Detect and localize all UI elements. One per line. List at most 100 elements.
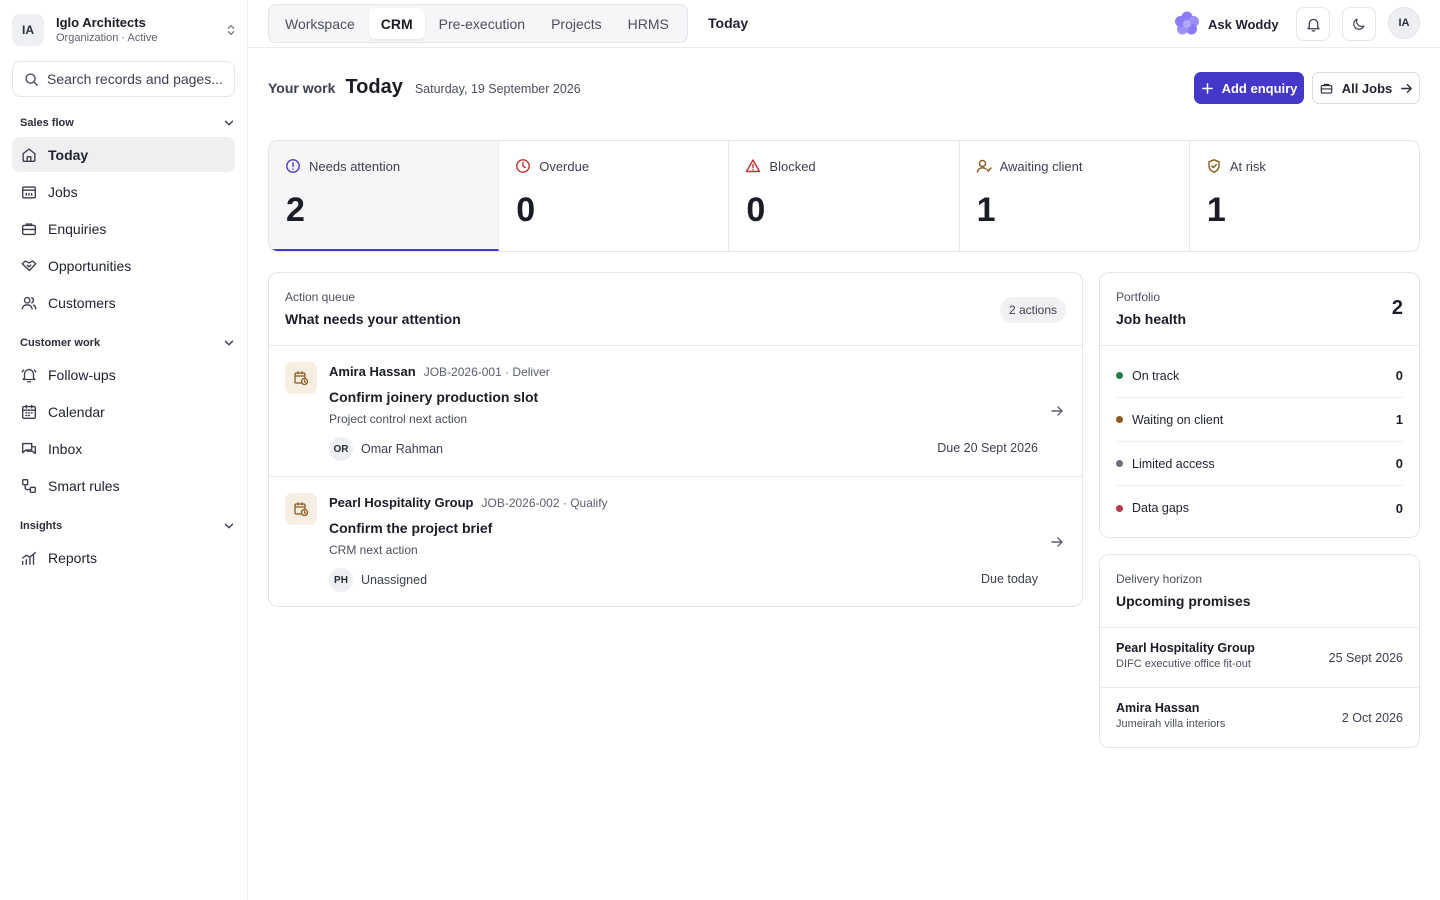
tab-workspace[interactable]: Workspace: [273, 8, 367, 39]
status-dot: [1116, 416, 1123, 423]
sidebar-item-label: Today: [48, 146, 89, 163]
top-bar: Workspace CRM Pre-execution Projects HRM…: [248, 0, 1440, 48]
stat-needs-attention[interactable]: Needs attention 2: [269, 141, 500, 251]
sidebar-item-inbox[interactable]: Inbox: [12, 431, 235, 466]
tab-hrms[interactable]: HRMS: [616, 8, 681, 39]
card-kicker: Portfolio: [1116, 290, 1161, 304]
health-count: 1: [1395, 412, 1403, 427]
search-icon: [25, 72, 38, 86]
health-row-limited-access[interactable]: Limited access 0: [1116, 442, 1403, 486]
user-avatar[interactable]: IA: [1388, 7, 1420, 39]
owner-name: Unassigned: [361, 573, 428, 587]
arrow-right-icon: [1401, 83, 1413, 93]
user-waiting-icon: [976, 159, 992, 173]
stat-value: 2: [286, 191, 305, 229]
health-row-data-gaps[interactable]: Data gaps 0: [1116, 486, 1403, 530]
section-title: Customer work: [20, 337, 101, 349]
chevron-down-icon: [224, 523, 234, 529]
promise-date: 2 Oct 2026: [1341, 711, 1403, 725]
stat-at-risk[interactable]: At risk 1: [1190, 141, 1419, 251]
sidebar-item-jobs[interactable]: Jobs: [12, 174, 235, 209]
client-name[interactable]: Pearl Hospitality Group: [329, 495, 473, 510]
status-summary: Needs attention 2 Overdue 0 Blocked 0 Aw…: [268, 140, 1420, 252]
ask-woddy-button[interactable]: Ask Woddy: [1168, 7, 1287, 41]
inbox-tray-icon: [22, 222, 36, 235]
org-status: Organization · Active: [56, 31, 158, 44]
breadcrumb: Today: [708, 15, 749, 31]
plus-icon: [1201, 82, 1213, 94]
job-health-card: Portfolio Job health 2 On track 0 Waitin…: [1099, 272, 1420, 538]
theme-toggle-button[interactable]: [1342, 7, 1376, 41]
avatar: PH: [329, 568, 353, 592]
page-header: Your work Today Saturday, 19 September 2…: [268, 76, 581, 102]
chevron-down-icon: [224, 340, 234, 346]
card-title: What needs your attention: [285, 311, 461, 327]
stat-blocked[interactable]: Blocked 0: [729, 141, 960, 251]
add-enquiry-button[interactable]: Add enquiry: [1194, 72, 1304, 104]
sidebar-item-follow-ups[interactable]: Follow-ups: [12, 357, 235, 392]
sidebar-item-reports[interactable]: Reports: [12, 540, 235, 575]
section-sales-flow[interactable]: Sales flow: [20, 114, 236, 132]
owner-name: Omar Rahman: [361, 442, 443, 456]
action-subtitle: Project control next action: [329, 412, 468, 426]
arrow-right-icon[interactable]: [1050, 535, 1064, 549]
job-meta: JOB-2026-001 · Deliver: [423, 365, 550, 379]
stat-label: At risk: [1229, 158, 1266, 174]
action-subtitle: CRM next action: [329, 543, 418, 557]
handshake-icon: [21, 259, 37, 271]
sidebar-item-smart-rules[interactable]: Smart rules: [12, 468, 235, 503]
health-label: Data gaps: [1132, 501, 1189, 515]
sidebar-item-today[interactable]: Today: [12, 137, 235, 172]
moon-icon: [1353, 18, 1365, 30]
health-label: Waiting on client: [1132, 412, 1224, 427]
bell-icon: [1306, 18, 1320, 32]
promise-row[interactable]: Pearl Hospitality Group DIFC executive o…: [1100, 628, 1419, 688]
calendar-icon: [22, 404, 36, 419]
health-row-on-track[interactable]: On track 0: [1116, 354, 1403, 398]
owner: PH Unassigned: [329, 568, 427, 592]
org-avatar: IA: [12, 14, 44, 46]
section-insights[interactable]: Insights: [20, 517, 236, 535]
queue-item[interactable]: Amira Hassan JOB-2026-001 · Deliver Conf…: [269, 346, 1082, 477]
tab-pre-execution[interactable]: Pre-execution: [427, 8, 537, 39]
stat-awaiting-client[interactable]: Awaiting client 1: [960, 141, 1190, 251]
all-jobs-button[interactable]: All Jobs: [1312, 72, 1420, 104]
queue-item[interactable]: Pearl Hospitality Group JOB-2026-002 · Q…: [269, 477, 1082, 606]
tab-crm[interactable]: CRM: [368, 8, 425, 39]
jobs-icon: [22, 185, 36, 199]
sidebar-item-customers[interactable]: Customers: [12, 285, 235, 320]
promise-row[interactable]: Amira Hassan Jumeirah villa interiors 2 …: [1100, 688, 1419, 747]
notifications-button[interactable]: [1296, 7, 1330, 41]
card-kicker: Action queue: [285, 290, 356, 304]
search-placeholder: Search records and pages...: [47, 71, 223, 87]
tab-projects[interactable]: Projects: [539, 8, 614, 39]
calendar-clock-icon: [285, 362, 317, 394]
org-switcher[interactable]: IA Iglo Architects Organization · Active: [12, 8, 240, 52]
sidebar-item-label: Smart rules: [48, 477, 120, 494]
arrow-right-icon[interactable]: [1050, 404, 1064, 418]
section-customer-work[interactable]: Customer work: [20, 334, 236, 352]
stat-label: Blocked: [769, 158, 816, 174]
client-name[interactable]: Amira Hassan: [329, 364, 416, 379]
sidebar-item-enquiries[interactable]: Enquiries: [12, 211, 235, 246]
sidebar-item-opportunities[interactable]: Opportunities: [12, 248, 235, 283]
health-count: 0: [1395, 456, 1403, 471]
sidebar-item-label: Follow-ups: [48, 366, 116, 383]
search-input[interactable]: Search records and pages...: [12, 61, 235, 97]
due-date: Due 20 Sept 2026: [937, 441, 1038, 455]
info-circle-icon: [286, 159, 300, 173]
stat-overdue[interactable]: Overdue 0: [499, 141, 730, 251]
sidebar-item-calendar[interactable]: Calendar: [12, 394, 235, 429]
page-date: Saturday, 19 September 2026: [414, 82, 581, 96]
messages-icon: [22, 442, 36, 454]
stat-label: Needs attention: [309, 158, 401, 174]
bell-ring-icon: [21, 368, 37, 382]
delivery-horizon-card: Delivery horizon Upcoming promises Pearl…: [1099, 554, 1420, 748]
sidebar-item-label: Inbox: [48, 440, 83, 457]
action-title: Confirm joinery production slot: [329, 389, 539, 405]
status-dot: [1116, 504, 1123, 512]
stat-value: 0: [516, 191, 536, 229]
sidebar-item-label: Enquiries: [48, 220, 107, 237]
health-row-waiting-on-client[interactable]: Waiting on client 1: [1116, 398, 1403, 442]
module-tabs: Workspace CRM Pre-execution Projects HRM…: [268, 4, 688, 43]
